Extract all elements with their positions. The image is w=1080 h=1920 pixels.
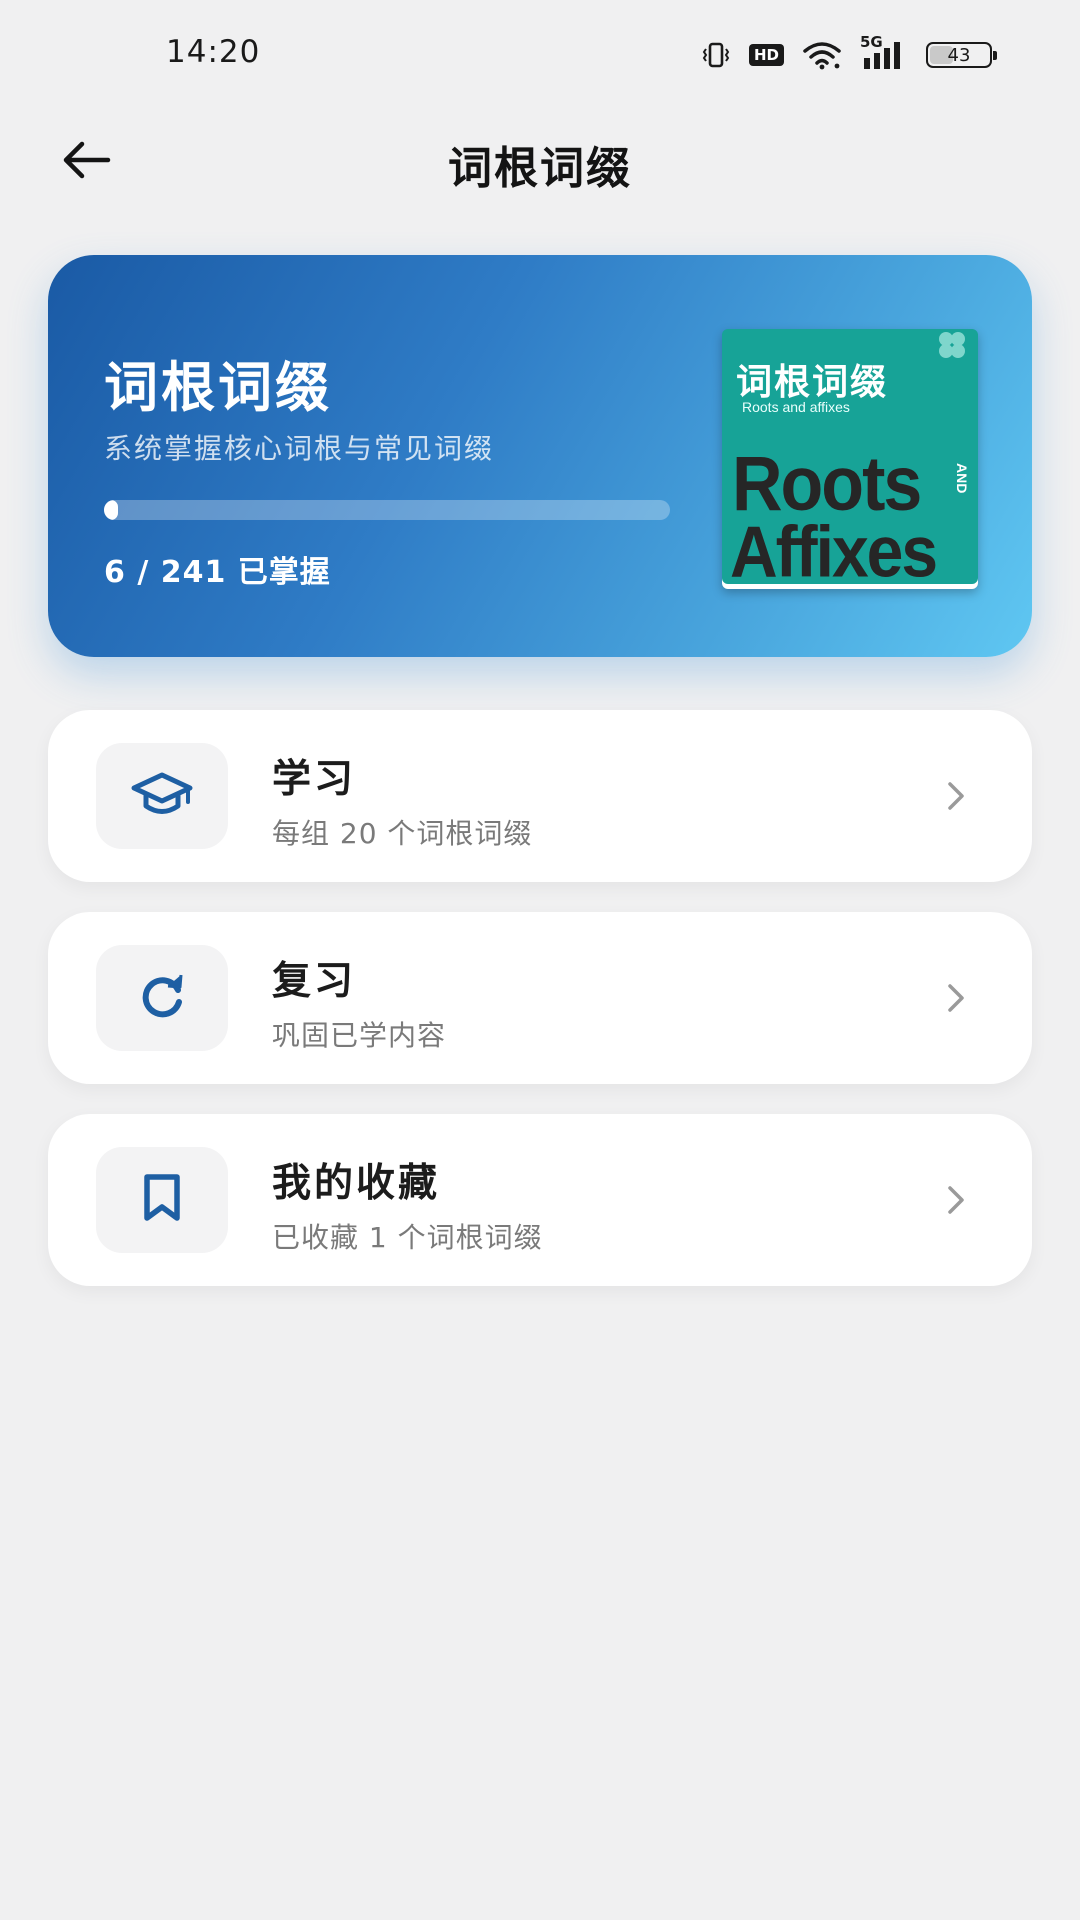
study-icon-box (96, 743, 228, 849)
hero-title: 词根词缀 (104, 356, 332, 419)
favorites-title: 我的收藏 (272, 1161, 441, 1206)
chevron-right-icon (946, 1184, 966, 1220)
progress-bar (104, 500, 670, 520)
graduation-cap-icon (130, 769, 194, 823)
hero-card: 词根词缀 系统掌握核心词根与常见词缀 6 / 241 已掌握 词根词缀 Root… (48, 255, 1032, 657)
study-card[interactable]: 学习 每组 20 个词根词缀 (48, 710, 1032, 882)
chevron-right-icon (946, 780, 966, 816)
favorites-card[interactable]: 我的收藏 已收藏 1 个词根词缀 (48, 1114, 1032, 1286)
vibrate-icon (701, 41, 731, 69)
hero-subtitle: 系统掌握核心词根与常见词缀 (104, 432, 495, 465)
app-header: 词根词缀 (0, 110, 1080, 210)
favorites-subtitle: 已收藏 1 个词根词缀 (272, 1221, 543, 1254)
book-cover-and: AND (954, 463, 970, 494)
favorites-icon-box (96, 1147, 228, 1253)
wifi-icon (802, 40, 842, 70)
status-time: 14:20 (166, 34, 261, 70)
refresh-icon (136, 970, 188, 1026)
page-title: 词根词缀 (448, 143, 632, 194)
review-subtitle: 巩固已学内容 (272, 1019, 447, 1052)
battery-level: 43 (947, 44, 971, 66)
study-title: 学习 (272, 757, 357, 802)
battery-icon: 43 (926, 42, 997, 68)
review-card[interactable]: 复习 巩固已学内容 (48, 912, 1032, 1084)
book-cover: 词根词缀 Roots and affixes Roots AND Affixes (722, 329, 978, 589)
clover-emblem-icon (932, 329, 972, 367)
review-icon-box (96, 945, 228, 1051)
book-cover-affixes: Affixes (730, 510, 938, 589)
progress-text: 6 / 241 已掌握 (104, 555, 331, 590)
book-cover-cn-title: 词根词缀 (736, 362, 889, 403)
study-subtitle: 每组 20 个词根词缀 (272, 817, 533, 850)
bookmark-icon (140, 1173, 184, 1227)
screen: 14:20 HD 5G 43 词根词缀 词根词缀 系统掌握核心词根与常见词缀 6… (0, 0, 1080, 1920)
book-cover-en-subtitle: Roots and affixes (742, 399, 850, 415)
review-title: 复习 (272, 959, 357, 1004)
status-icons: HD 5G 43 (701, 33, 997, 72)
signal-5g-icon: 5G (860, 33, 908, 71)
status-bar: 14:20 HD 5G 43 (0, 0, 1080, 110)
progress-fill (104, 500, 119, 520)
chevron-right-icon (946, 982, 966, 1018)
hd-icon: HD (748, 44, 784, 66)
